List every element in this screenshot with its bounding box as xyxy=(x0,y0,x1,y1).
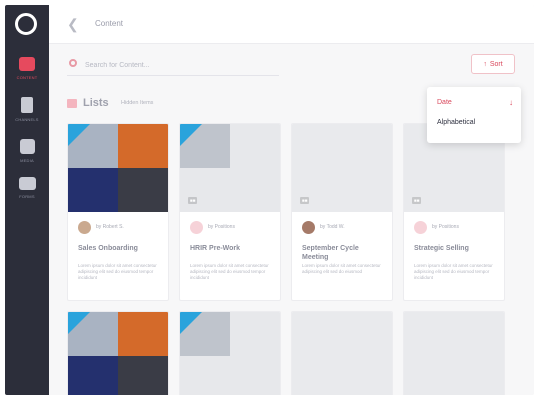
left-sidebar: Content Channels Media Forms xyxy=(5,5,49,395)
top-bar: ❮ Content xyxy=(49,5,534,44)
author-name: by Robert S. xyxy=(96,224,124,230)
card-description: Lorem ipsum dolor sit amet consectetur a… xyxy=(302,263,381,274)
nav-item-label: Forms xyxy=(19,194,35,199)
card-thumbnail xyxy=(180,312,280,395)
card-title: Sales Onboarding xyxy=(78,245,138,252)
section-title: Lists xyxy=(83,97,109,109)
sort-dropdown: Date ↓ Alphabetical xyxy=(427,87,521,143)
chevron-left-icon[interactable]: ❮ xyxy=(67,17,81,31)
search-input[interactable] xyxy=(83,57,277,73)
list-card[interactable] xyxy=(291,311,393,395)
breadcrumb: Content xyxy=(95,19,124,28)
nav-item-channels[interactable]: Channels xyxy=(5,97,49,131)
sort-label: Sort xyxy=(489,60,503,68)
list-card[interactable]: ■■ by Todd W. September Cycle Meeting Lo… xyxy=(291,123,393,301)
media-icon xyxy=(19,139,35,154)
list-icon xyxy=(67,99,77,108)
box-icon xyxy=(19,57,35,71)
author-name: by Positions xyxy=(208,224,235,230)
avatar xyxy=(414,220,427,234)
sort-option-alphabetical[interactable]: Alphabetical xyxy=(437,119,475,126)
main-content: ❮ Content ↑ Sort Lists Hidden Items xyxy=(49,5,534,395)
avatar xyxy=(302,220,315,234)
hidden-items-link[interactable]: Hidden Items xyxy=(121,100,153,106)
card-title: HRIR Pre-Work xyxy=(190,245,241,252)
card-title: September Cycle Meeting xyxy=(302,245,359,261)
nav-item-label: Channels xyxy=(15,117,39,122)
list-card[interactable] xyxy=(403,311,505,395)
item-count-badge: ■■ xyxy=(412,197,422,204)
card-author: by Robert S. xyxy=(78,220,124,234)
card-description: Lorem ipsum dolor sit amet consectetur a… xyxy=(78,263,157,280)
list-card[interactable] xyxy=(179,311,281,395)
arrow-down-icon: ↓ xyxy=(509,98,513,107)
cup-icon xyxy=(21,97,33,113)
author-name: by Todd W. xyxy=(320,224,345,230)
search-bar xyxy=(67,57,279,76)
card-thumbnail xyxy=(68,124,168,212)
card-thumbnail: ■■ xyxy=(292,124,392,212)
list-card[interactable]: ■■ by Positions Strategic Selling Lorem … xyxy=(403,123,505,301)
card-thumbnail xyxy=(292,312,392,395)
card-title: Strategic Selling xyxy=(414,245,469,252)
item-count-badge: ■■ xyxy=(188,197,198,204)
card-author: by Positions xyxy=(190,220,235,234)
app-window: Content Channels Media Forms ❮ Content ↑… xyxy=(5,5,534,395)
nav-item-media[interactable]: Media xyxy=(5,139,49,173)
card-description: Lorem ipsum dolor sit amet consectetur a… xyxy=(414,263,493,280)
nav-item-content[interactable]: Content xyxy=(5,57,49,91)
card-author: by Todd W. xyxy=(302,220,345,234)
card-author: by Positions xyxy=(414,220,459,234)
card-thumbnail xyxy=(404,312,504,395)
card-description: Lorem ipsum dolor sit amet consectetur a… xyxy=(190,263,269,280)
sort-option-date[interactable]: Date xyxy=(437,99,452,106)
nav-item-label: Content xyxy=(16,75,38,80)
author-name: by Positions xyxy=(432,224,459,230)
sort-button[interactable]: ↑ Sort xyxy=(471,54,515,74)
nav-item-label: Media xyxy=(20,158,34,163)
search-icon xyxy=(69,59,77,67)
card-thumbnail xyxy=(68,312,168,395)
nav-item-forms[interactable]: Forms xyxy=(5,177,49,211)
list-card[interactable]: ■■ by Positions HRIR Pre-Work Lorem ipsu… xyxy=(179,123,281,301)
logo-icon[interactable] xyxy=(15,13,37,35)
list-card[interactable] xyxy=(67,311,169,395)
item-count-badge: ■■ xyxy=(300,197,310,204)
avatar xyxy=(78,220,91,234)
monitor-icon xyxy=(18,177,36,190)
card-thumbnail: ■■ xyxy=(180,124,280,212)
avatar xyxy=(190,220,203,234)
arrow-up-icon: ↑ xyxy=(483,60,487,68)
list-card[interactable]: by Robert S. Sales Onboarding Lorem ipsu… xyxy=(67,123,169,301)
